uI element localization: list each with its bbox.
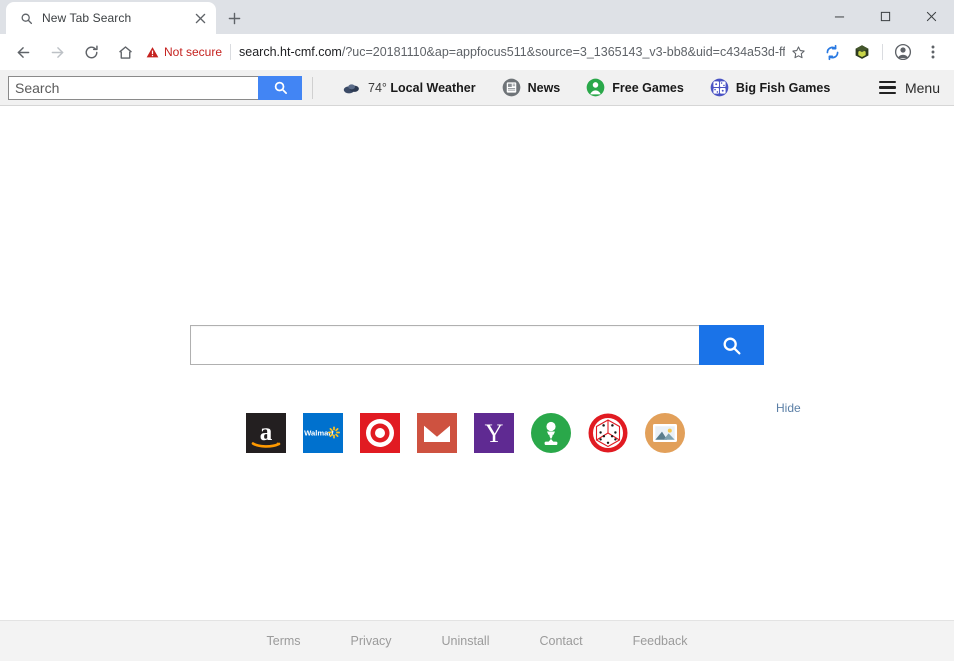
browser-window: New Tab Search Not secure search.ht-cmf.… xyxy=(0,0,954,661)
person-green-icon xyxy=(586,78,605,97)
footer-link-uninstall[interactable]: Uninstall xyxy=(442,634,490,648)
toolbar-link-label: News xyxy=(527,80,561,95)
star-icon[interactable] xyxy=(785,39,811,65)
forward-arrow-icon[interactable] xyxy=(43,38,71,66)
walmart-icon: Walmart xyxy=(303,413,343,453)
footer-link-terms[interactable]: Terms xyxy=(267,634,301,648)
main-search-input[interactable] xyxy=(190,325,699,365)
footer-link-privacy[interactable]: Privacy xyxy=(351,634,392,648)
shortcut-target[interactable] xyxy=(360,413,400,453)
toolbar-link-news[interactable]: News xyxy=(489,70,574,105)
hamburger-icon xyxy=(878,81,896,94)
account-avatar-icon[interactable] xyxy=(890,39,916,65)
toolbar-menu-button[interactable]: Menu xyxy=(878,79,940,96)
svg-text:Y: Y xyxy=(485,419,504,448)
close-window-button[interactable] xyxy=(908,0,954,32)
extension-icons xyxy=(817,39,948,65)
toolbar-menu-label: Menu xyxy=(904,79,940,96)
search-icon xyxy=(18,10,34,26)
shortcut-amazon[interactable]: a xyxy=(246,413,286,453)
weather-label: Local Weather xyxy=(390,80,476,95)
window-controls xyxy=(816,0,954,32)
shortcut-photo-gallery[interactable] xyxy=(645,413,685,453)
amazon-icon: a xyxy=(246,413,286,453)
photo-image-icon xyxy=(645,413,685,453)
shortcut-yahoo[interactable]: Y xyxy=(474,413,514,453)
new-tab-button[interactable] xyxy=(220,4,248,32)
extension-toolbar: 74° Local Weather News xyxy=(0,70,954,106)
page-footer: Terms Privacy Uninstall Contact Feedback xyxy=(0,620,954,661)
toolbar-link-big-fish-games[interactable]: Big Fish Games xyxy=(697,70,843,105)
toolbar-link-label: 74° Local Weather xyxy=(368,81,476,95)
shortcut-mail[interactable] xyxy=(417,413,457,453)
cube-extension-icon[interactable] xyxy=(849,39,875,65)
main-search-area xyxy=(190,325,764,365)
main-search-button[interactable] xyxy=(699,325,764,365)
toolbar-link-label: Free Games xyxy=(612,80,684,95)
svg-text:a: a xyxy=(260,419,273,446)
toolbar-divider xyxy=(312,76,313,99)
toolbar-link-free-games[interactable]: Free Games xyxy=(573,70,697,105)
page-content: Hide a Walmart Y Terms Privacy Uninstall… xyxy=(0,106,954,661)
tab-strip: New Tab Search xyxy=(0,0,954,34)
toolbar-link-local-weather[interactable]: 74° Local Weather xyxy=(329,70,489,105)
main-search-group xyxy=(190,325,764,365)
shortcut-tiles: a Walmart Y xyxy=(246,413,685,453)
dice-icon xyxy=(588,413,628,453)
home-icon[interactable] xyxy=(111,38,139,66)
url-path: /?uc=20181110&ap=appfocus511&source=3_13… xyxy=(341,45,785,59)
tab-title: New Tab Search xyxy=(42,11,132,25)
target-bullseye-icon xyxy=(360,413,400,453)
toolbar-search-input[interactable] xyxy=(8,75,258,100)
url-host: search.ht-cmf.com xyxy=(239,45,342,59)
shortcut-dice-games[interactable] xyxy=(588,413,628,453)
warning-triangle-icon xyxy=(146,46,159,59)
toolbar-search-button[interactable] xyxy=(258,75,302,100)
security-indicator[interactable]: Not secure xyxy=(146,44,232,60)
weather-temperature: 74° xyxy=(368,80,387,95)
close-icon[interactable] xyxy=(192,10,208,26)
address-bar[interactable]: Not secure search.ht-cmf.com/?uc=2018111… xyxy=(146,39,811,65)
three-dot-menu-icon[interactable] xyxy=(920,39,946,65)
toolbar-search-group xyxy=(8,75,302,100)
shortcut-walmart[interactable]: Walmart xyxy=(303,413,343,453)
yahoo-icon: Y xyxy=(474,413,514,453)
reload-icon[interactable] xyxy=(77,38,105,66)
footer-link-feedback[interactable]: Feedback xyxy=(633,634,688,648)
big-fish-dice-icon xyxy=(710,78,729,97)
weather-cloud-icon xyxy=(342,78,361,97)
url-text: search.ht-cmf.com/?uc=20181110&ap=appfoc… xyxy=(239,45,785,59)
chess-pawn-icon xyxy=(531,413,571,453)
toolbar-divider xyxy=(882,44,883,60)
not-secure-label: Not secure xyxy=(164,45,223,59)
footer-link-contact[interactable]: Contact xyxy=(539,634,582,648)
toolbar-link-label: Big Fish Games xyxy=(735,80,831,95)
minimize-button[interactable] xyxy=(816,0,862,32)
back-arrow-icon[interactable] xyxy=(9,38,37,66)
shortcut-free-games[interactable] xyxy=(531,413,571,453)
sync-extension-icon[interactable] xyxy=(819,39,845,65)
navigation-toolbar: Not secure search.ht-cmf.com/?uc=2018111… xyxy=(0,34,954,70)
mail-envelope-icon xyxy=(417,413,457,453)
maximize-button[interactable] xyxy=(862,0,908,32)
hide-shortcuts-link[interactable]: Hide xyxy=(776,401,801,415)
newspaper-icon xyxy=(502,78,521,97)
tab-new-tab-search[interactable]: New Tab Search xyxy=(6,2,216,34)
toolbar-links: 74° Local Weather News Free Games Big Fi… xyxy=(329,70,843,105)
